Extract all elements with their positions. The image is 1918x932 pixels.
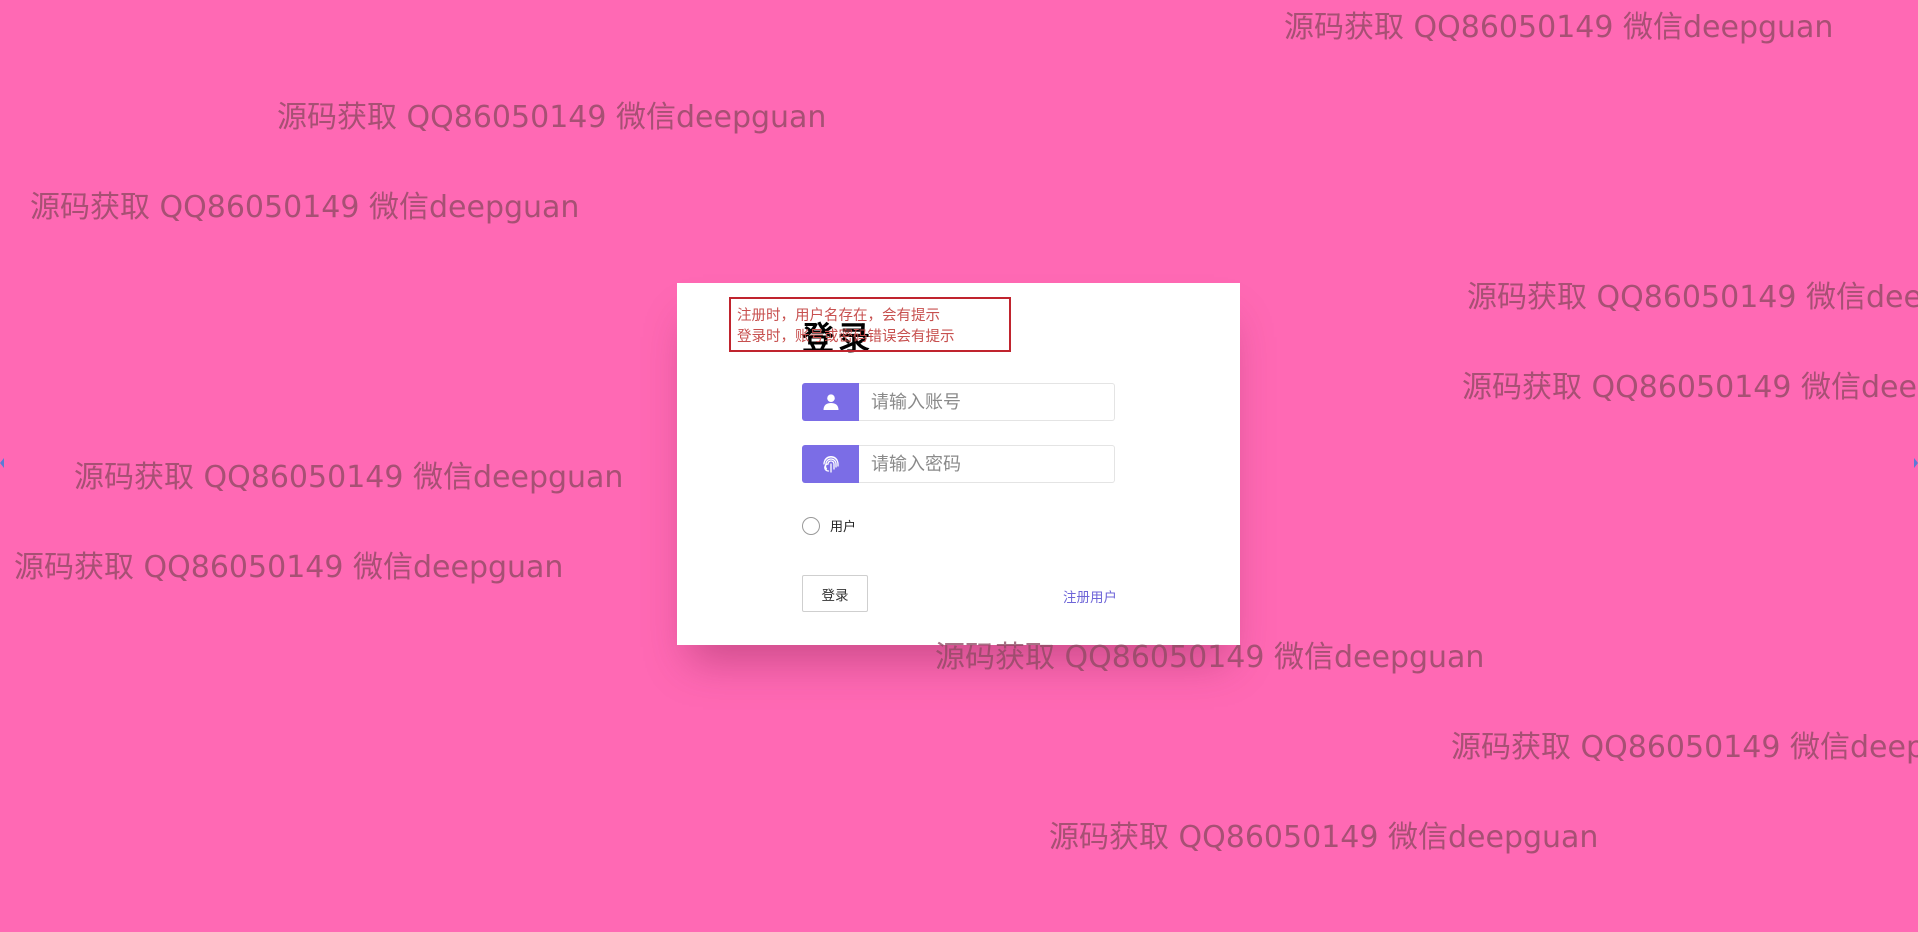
role-option-user[interactable]: 用户 <box>802 516 856 535</box>
password-input[interactable] <box>859 445 1115 483</box>
register-link[interactable]: 注册用户 <box>1063 586 1117 606</box>
hint-line-login: 登录时，账号或密码错误会有提示 <box>737 329 955 345</box>
watermark-text: 源码获取 QQ86050149 微信deepguan <box>277 100 827 135</box>
left-edge-arrow-icon <box>0 458 4 468</box>
watermark-text: 源码获取 QQ86050149 微信deepguan <box>30 190 580 225</box>
username-field <box>802 383 1115 421</box>
watermark-text: 源码获取 QQ86050149 微信deepguan <box>1049 820 1599 855</box>
watermark-text: 源码获取 QQ86050149 微信deepguan <box>74 460 624 495</box>
fingerprint-icon <box>802 445 859 483</box>
role-label: 用户 <box>830 520 857 535</box>
login-card: 登录 注册时，用户名存在，会有提示 登录时，账号或密码错误会有提示 请输入账号 … <box>677 283 1240 645</box>
user-icon <box>802 383 859 421</box>
password-field <box>802 445 1115 483</box>
username-input[interactable] <box>859 383 1115 421</box>
login-button[interactable]: 登录 <box>802 575 868 612</box>
watermark-text: 源码获取 QQ86050149 微信deepguan <box>14 550 564 585</box>
role-radio[interactable] <box>802 516 820 535</box>
watermark-text: 源码获取 QQ86050149 微信deepguan <box>1467 280 1918 315</box>
hint-box: 注册时，用户名存在，会有提示 登录时，账号或密码错误会有提示 <box>729 297 1011 352</box>
watermark-text: 源码获取 QQ86050149 微信deepguan <box>1451 730 1918 765</box>
hint-line-register: 注册时，用户名存在，会有提示 <box>737 308 940 324</box>
watermark-text: 源码获取 QQ86050149 微信deepguan <box>1462 370 1918 405</box>
watermark-text: 源码获取 QQ86050149 微信deepguan <box>1284 10 1834 45</box>
right-edge-arrow-icon <box>1914 458 1918 468</box>
page: 登录 注册时，用户名存在，会有提示 登录时，账号或密码错误会有提示 请输入账号 … <box>0 0 1918 932</box>
